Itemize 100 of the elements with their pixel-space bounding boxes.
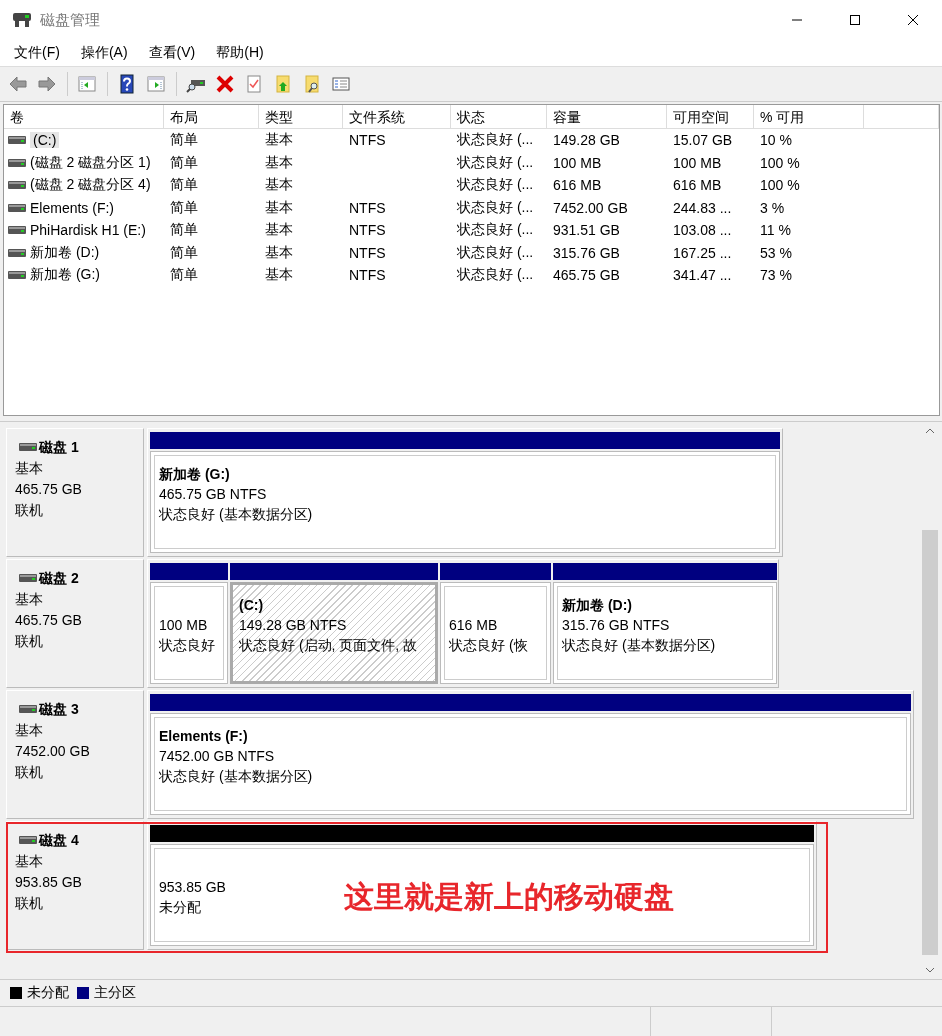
- table-cell: 100 %: [760, 154, 800, 171]
- disk-size: 953.85 GB: [15, 872, 83, 892]
- disk-info-panel[interactable]: 磁盘 4 基本 953.85 GB 联机: [6, 820, 144, 950]
- table-cell: 简单: [170, 221, 198, 240]
- window-pane-icon: [77, 73, 97, 94]
- table-cell: 基本: [265, 153, 293, 172]
- partition-size: 616 MB: [449, 615, 498, 635]
- partition-block[interactable]: 新加卷 (G:) 465.75 GB NTFS 状态良好 (基本数据分区): [150, 450, 780, 553]
- disk-type: 基本: [15, 458, 44, 478]
- scroll-up-icon[interactable]: [925, 427, 935, 434]
- volume-name[interactable]: PhiHardisk H1 (E:): [30, 222, 146, 239]
- table-cell: 状态良好 (...: [457, 198, 534, 217]
- table-cell: 15.07 GB: [673, 132, 733, 149]
- scroll-down-icon[interactable]: [925, 967, 935, 974]
- volume-name[interactable]: 新加卷 (D:): [30, 243, 100, 262]
- menu-item[interactable]: 操作(A): [72, 44, 136, 62]
- column-header[interactable]: 布局: [164, 104, 259, 129]
- table-cell: 100 MB: [673, 154, 722, 171]
- menu-item[interactable]: 文件(F): [6, 44, 68, 62]
- partition-block[interactable]: 新加卷 (D:) 315.76 GB NTFS 状态良好 (基本数据分区): [553, 581, 777, 684]
- table-cell: 基本: [265, 221, 293, 240]
- partition-status: 状态良好 (基本数据分区): [159, 504, 313, 524]
- partition-label: Elements (F:): [159, 726, 248, 746]
- table-cell: 基本: [265, 198, 293, 217]
- table-cell: 103.08 ...: [673, 222, 732, 239]
- table-cell: NTFS: [349, 222, 386, 239]
- disk-name: 磁盘 3: [39, 699, 79, 719]
- maximize-icon: [849, 14, 861, 26]
- table-cell: 931.51 GB: [553, 222, 620, 239]
- partition-block[interactable]: 100 MB 状态良好: [150, 581, 228, 684]
- table-cell: NTFS: [349, 132, 386, 149]
- column-header[interactable]: 文件系统: [343, 104, 451, 129]
- disk-status: 联机: [15, 893, 44, 913]
- partition-block[interactable]: Elements (F:) 7452.00 GB NTFS 状态良好 (基本数据分区): [150, 712, 911, 815]
- table-cell: 244.83 ...: [673, 199, 732, 216]
- table-cell: 简单: [170, 266, 198, 285]
- scroll-thumb[interactable]: [922, 529, 938, 956]
- column-header[interactable]: 容量: [547, 104, 667, 129]
- close-icon: [907, 14, 919, 26]
- column-header[interactable]: % 可用: [754, 104, 864, 129]
- partition-block[interactable]: 616 MB 状态良好 (恢: [440, 581, 551, 684]
- column-header[interactable]: 卷: [4, 104, 164, 129]
- disk-info-panel[interactable]: 磁盘 1 基本 465.75 GB 联机: [6, 427, 144, 557]
- partition-label: (C:): [239, 595, 264, 615]
- table-cell: 100 %: [760, 177, 800, 194]
- partition-status: 状态良好 (基本数据分区): [159, 766, 313, 786]
- table-cell: 341.47 ...: [673, 267, 732, 284]
- partition-size: 953.85 GB: [159, 877, 226, 897]
- menu-item[interactable]: 帮助(H): [208, 44, 272, 62]
- partition-status: 未分配: [159, 897, 201, 917]
- table-cell: 简单: [170, 131, 198, 150]
- window-pane-icon: [146, 73, 166, 94]
- disk-info-panel[interactable]: 磁盘 2 基本 465.75 GB 联机: [6, 558, 144, 688]
- table-cell: 315.76 GB: [553, 244, 620, 261]
- disk-status: 联机: [15, 500, 44, 520]
- folder-magnifier-icon: [302, 73, 322, 94]
- disk-info-panel[interactable]: 磁盘 3 基本 7452.00 GB 联机: [6, 689, 144, 819]
- table-cell: 简单: [170, 153, 198, 172]
- partition-status: 状态良好 (恢: [449, 635, 528, 655]
- document-check-icon: [244, 73, 264, 94]
- table-cell: 简单: [170, 176, 198, 195]
- menu-item[interactable]: 查看(V): [140, 44, 204, 62]
- partition-size: 315.76 GB NTFS: [562, 615, 670, 635]
- volume-name[interactable]: (C:): [30, 132, 60, 149]
- drive-icon: [8, 270, 26, 281]
- disk-name: 磁盘 2: [39, 568, 79, 588]
- disk-type: 基本: [15, 851, 44, 871]
- disk-type: 基本: [15, 720, 44, 740]
- partition-block[interactable]: (C:) 149.28 GB NTFS 状态良好 (启动, 页面文件, 故: [230, 581, 438, 684]
- table-cell: 基本: [265, 176, 293, 195]
- drive-icon: [8, 202, 26, 213]
- disk-status: 联机: [15, 631, 44, 651]
- column-header[interactable]: 状态: [451, 104, 547, 129]
- table-cell: 状态良好 (...: [457, 266, 534, 285]
- table-cell: 3 %: [760, 199, 785, 216]
- disk-size: 7452.00 GB: [15, 741, 91, 761]
- annotation-text: 这里就是新上的移动硬盘: [344, 878, 674, 915]
- partition-status: 状态良好: [159, 635, 215, 655]
- partition-size: 100 MB: [159, 615, 208, 635]
- table-cell: 基本: [265, 243, 293, 262]
- table-cell: 状态良好 (...: [457, 243, 534, 262]
- table-cell: 100 MB: [553, 154, 602, 171]
- column-header[interactable]: 类型: [259, 104, 343, 129]
- table-cell: 状态良好 (...: [457, 221, 534, 240]
- volume-name[interactable]: (磁盘 2 磁盘分区 1): [30, 153, 151, 172]
- table-cell: 基本: [265, 266, 293, 285]
- partition-status: 状态良好 (启动, 页面文件, 故: [239, 635, 418, 655]
- column-header[interactable]: 可用空间: [667, 104, 754, 129]
- table-cell: 465.75 GB: [553, 267, 620, 284]
- disk-name: 磁盘 4: [39, 830, 79, 850]
- volume-name[interactable]: Elements (F:): [30, 199, 114, 216]
- table-cell: 状态良好 (...: [457, 131, 534, 150]
- drive-icon: [8, 135, 26, 146]
- volume-name[interactable]: 新加卷 (G:): [30, 266, 100, 285]
- partition-label: 新加卷 (G:): [159, 464, 230, 484]
- volume-name[interactable]: (磁盘 2 磁盘分区 4): [30, 176, 151, 195]
- legend-label: 未分配: [27, 984, 69, 1003]
- drive-icon: [8, 225, 26, 236]
- partition-label: 新加卷 (D:): [562, 595, 632, 615]
- window-title: 磁盘管理: [40, 10, 101, 30]
